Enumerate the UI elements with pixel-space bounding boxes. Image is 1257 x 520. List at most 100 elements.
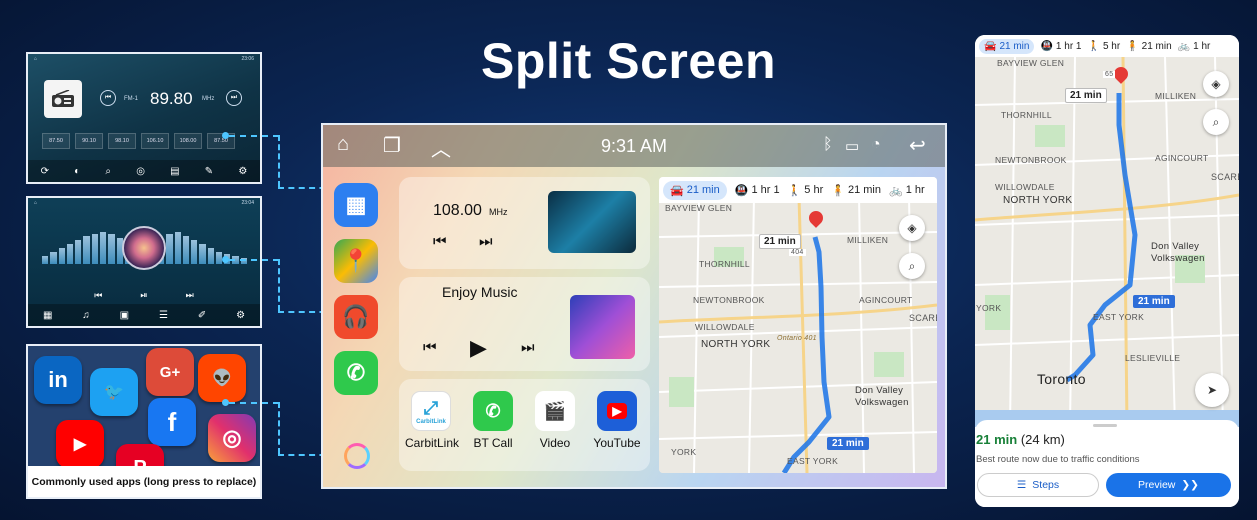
signal-icon[interactable]: ◎ — [136, 166, 145, 177]
chip-transit[interactable]: 🚇 1 hr 1 — [735, 184, 780, 197]
preview-button[interactable]: Preview ❯❯ — [1106, 473, 1231, 497]
music-app-icon[interactable]: 🎧 — [334, 295, 378, 339]
search-icon[interactable]: ⌕ — [105, 166, 111, 177]
rideshare-icon: 🧍 — [1126, 40, 1139, 52]
preset-button[interactable]: 108.00 — [174, 133, 202, 149]
home-icon: ⌂ — [34, 56, 38, 62]
route-time-label: 21 min — [1065, 88, 1107, 103]
preset-button[interactable]: 98.10 — [108, 133, 136, 149]
walk-icon: 🚶 — [1087, 40, 1100, 52]
scan-icon[interactable]: ⟳ — [41, 166, 49, 177]
map-label: THORNHILL — [699, 259, 750, 269]
settings-icon[interactable]: ⚙ — [236, 310, 245, 321]
chip-rideshare[interactable]: 🧍 21 min — [1126, 41, 1171, 52]
play-pause-icon[interactable]: ⏯ — [140, 290, 147, 301]
status-bar: ⌂ 23:06 — [28, 54, 260, 65]
layers-icon[interactable]: ◈ — [1203, 71, 1229, 97]
chip-walking[interactable]: 🚶 5 hr — [1088, 41, 1121, 52]
map-label: YORK — [671, 447, 697, 457]
preset-button[interactable]: 106.10 — [141, 133, 169, 149]
youtube-app[interactable]: ▶ YouTube — [591, 391, 643, 450]
eq-bar — [99, 232, 107, 264]
map-label: LESLIEVILLE — [1125, 353, 1181, 363]
map-label: WILLOWDALE — [995, 182, 1055, 192]
chip-cycling[interactable]: 🚲 1 hr — [889, 184, 925, 197]
apps-card: ⤢ CarbitLink CarbitLink ✆ BT Call 🎬 Video… — [399, 379, 650, 471]
playlist-icon[interactable]: ☰ — [159, 310, 168, 321]
eta-summary: 21 min (24 km) — [976, 432, 1065, 447]
car-icon: 🚘 — [670, 184, 684, 197]
eta-distance: (24 km) — [1020, 432, 1065, 447]
eq-bar — [108, 234, 115, 264]
steps-button[interactable]: ☰ Steps — [977, 473, 1099, 497]
map-label: Don Valley — [1151, 241, 1200, 252]
chip-rideshare[interactable]: 🧍 21 min — [831, 184, 881, 197]
map-label: BAYVIEW GLEN — [997, 58, 1065, 68]
app-dock: ▦ 📍 🎧 ✆ — [334, 183, 380, 395]
play-icon[interactable]: ▶ — [470, 335, 487, 361]
music-note-icon[interactable]: ♫ — [82, 310, 90, 321]
music-card[interactable]: Enjoy Music ⏮ ▶ ⏭ — [399, 277, 650, 371]
preset-button[interactable]: 90.10 — [75, 133, 103, 149]
clapperboard-icon: 🎬 — [535, 391, 575, 431]
chip-walking[interactable]: 🚶 5 hr — [788, 184, 824, 197]
app-grid-icon[interactable]: ▦ — [334, 183, 378, 227]
connector-dot — [222, 256, 229, 263]
back-icon[interactable]: ↩ — [909, 133, 926, 158]
map-view[interactable]: 🚘 21 min 🚇 1 hr 1 🚶 5 hr 🧍 21 min 🚲 1 hr BAYV… — [659, 177, 937, 473]
map-label: NORTH YORK — [701, 339, 771, 350]
chip-driving[interactable]: 🚘 21 min — [979, 38, 1035, 54]
edit-icon[interactable]: ✎ — [205, 166, 213, 177]
album-icon[interactable]: ▣ — [120, 310, 129, 321]
youtube-icon: ▶ — [597, 391, 637, 431]
video-app[interactable]: 🎬 Video — [529, 391, 581, 450]
brush-icon[interactable]: ✐ — [198, 310, 206, 321]
route-note: Best route now due to traffic conditions — [976, 454, 1140, 465]
map-label: MILLIKEN — [1155, 91, 1197, 101]
chip-driving[interactable]: 🚘 21 min — [663, 180, 727, 200]
radio-screen-thumbnail: ⌂ 23:06 ⏮ FM-1 89.80 MHz ⏭ 87.50 90.10 9… — [26, 52, 262, 184]
grid-icon[interactable]: ▦ — [43, 310, 52, 321]
toggle-icon[interactable]: ◐ — [74, 166, 80, 177]
prev-track-icon[interactable]: ⏮ — [94, 290, 102, 301]
map-label: NEWTONBROOK — [693, 295, 765, 305]
apps-thumbnail: in 🐦 G+ 👽 f ◎ ▶ P Commonly used apps (lo… — [26, 344, 262, 499]
next-station-icon[interactable]: ⏭ — [479, 233, 493, 250]
search-icon[interactable]: ⌕ — [1203, 109, 1229, 135]
phone-app-icon[interactable]: ✆ — [334, 351, 378, 395]
frequency-display: 89.80 — [150, 89, 193, 108]
navigate-arrow-icon[interactable]: ➤ — [1195, 373, 1229, 407]
preset-button[interactable]: 87.50 — [42, 133, 70, 149]
rideshare-icon: 🧍 — [831, 184, 845, 197]
search-icon[interactable]: ⌕ — [899, 253, 925, 279]
map-label: YORK — [976, 303, 1002, 313]
settings-icon[interactable]: ⚙ — [238, 166, 247, 177]
twitter-icon: 🐦 — [90, 368, 138, 416]
eq-bar — [50, 252, 57, 264]
prev-station-icon[interactable]: ⏮ — [433, 233, 447, 250]
home-icon: ⌂ — [34, 200, 38, 206]
voice-assistant-icon[interactable] — [344, 443, 370, 469]
prev-station-button[interactable]: ⏮ — [100, 90, 116, 106]
apps-caption: Commonly used apps (long press to replac… — [28, 466, 260, 497]
top-status-bar: ⌂ ❐ ︿ 9:31 AM ᛒ ▭ ◔ ↩ — [323, 125, 945, 167]
next-station-button[interactable]: ⏭ — [226, 90, 242, 106]
split-screen-display: ⌂ ❐ ︿ 9:31 AM ᛒ ▭ ◔ ↩ ▦ 📍 🎧 ✆ 108.00 MHz… — [321, 123, 947, 489]
maps-app-icon[interactable]: 📍 — [334, 239, 378, 283]
prev-track-icon[interactable]: ⏮ — [423, 339, 437, 356]
next-track-icon[interactable]: ⏭ — [186, 290, 194, 301]
layers-icon[interactable]: ◈ — [899, 215, 925, 241]
connector-line — [229, 259, 279, 261]
carbitlink-app[interactable]: ⤢ CarbitLink CarbitLink — [405, 391, 459, 450]
phone-map-view[interactable]: 🚘 21 min 🚇 1 hr 1 🚶 5 hr 🧍 21 min 🚲 1 hr BAYV… — [975, 35, 1239, 427]
save-icon[interactable]: ▤ — [170, 166, 179, 177]
sheet-drag-handle[interactable] — [1093, 424, 1117, 427]
chip-transit[interactable]: 🚇 1 hr 1 — [1040, 41, 1081, 52]
bt-call-app[interactable]: ✆ BT Call — [467, 391, 519, 450]
chip-cycling[interactable]: 🚲 1 hr — [1178, 41, 1211, 52]
next-track-icon[interactable]: ⏭ — [521, 339, 535, 356]
radio-card[interactable]: 108.00 MHz ⏮ ⏭ — [399, 177, 650, 269]
eq-bar — [182, 236, 190, 264]
music-title: Enjoy Music — [442, 284, 518, 300]
google-plus-icon: G+ — [146, 348, 194, 396]
